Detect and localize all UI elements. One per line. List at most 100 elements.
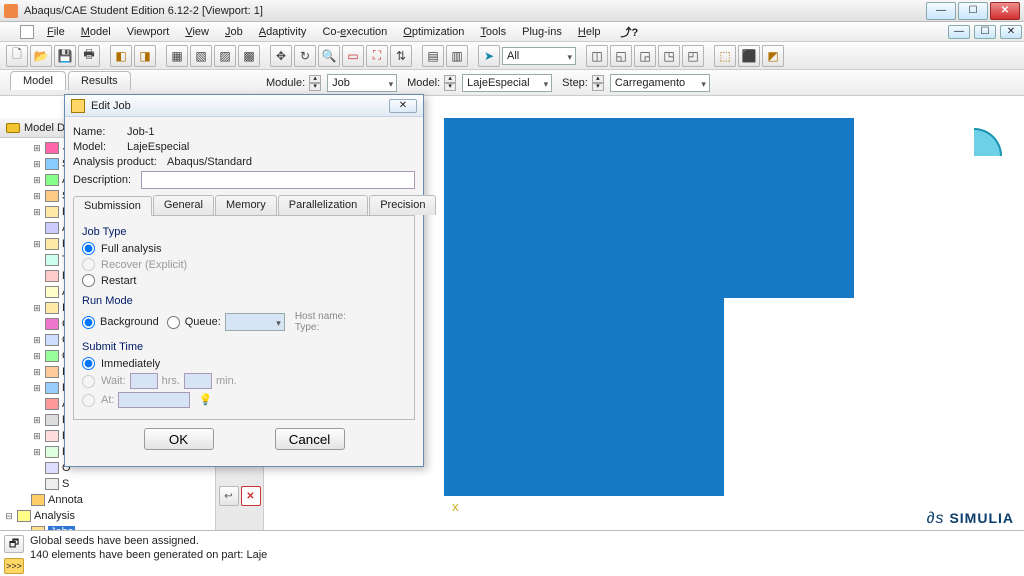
database-icon: [6, 123, 20, 133]
menu-coexecution[interactable]: Co-execution: [315, 24, 394, 40]
pan-button[interactable]: ✥: [270, 45, 292, 67]
main-tabs: Model Results: [4, 68, 133, 90]
save-button[interactable]: 💾: [54, 45, 76, 67]
description-label: Description:: [73, 174, 137, 186]
jobtype-group-label: Job Type: [82, 226, 406, 238]
tab-precision[interactable]: Precision: [369, 195, 436, 215]
tool-button-9[interactable]: ◲: [634, 45, 656, 67]
radio-recover: Recover (Explicit): [82, 258, 406, 271]
vtool-back[interactable]: ↩: [219, 486, 239, 506]
queue-select[interactable]: [225, 313, 285, 331]
tool-button-13[interactable]: ⬛: [738, 45, 760, 67]
tab-results[interactable]: Results: [68, 71, 131, 90]
window-close-button[interactable]: [990, 2, 1020, 20]
window-maximize-button[interactable]: [958, 2, 988, 20]
message-text: Global seeds have been assigned. 140 ele…: [30, 535, 267, 563]
vtool-cancel[interactable]: ✕: [241, 486, 261, 506]
rotate-button[interactable]: ↻: [294, 45, 316, 67]
mdi-restore-button[interactable]: [974, 25, 996, 39]
name-label: Name:: [73, 126, 123, 138]
wait-hrs-input: [130, 373, 158, 389]
menu-viewport[interactable]: Viewport: [120, 24, 177, 40]
dialog-titlebar[interactable]: Edit Job ✕: [65, 95, 423, 117]
window-titlebar: Abaqus/CAE Student Edition 6.12-2 [Viewp…: [0, 0, 1024, 22]
context-bar: Module: ▴▾ Job Model: ▴▾ LajeEspecial St…: [0, 70, 1024, 96]
tool-button-2[interactable]: ◨: [134, 45, 156, 67]
model-select[interactable]: LajeEspecial: [462, 74, 552, 92]
mdi-minimize-button[interactable]: [948, 25, 970, 39]
tab-memory[interactable]: Memory: [215, 195, 277, 215]
main-toolbar: 🗋 📂 💾 🖶 ◧ ◨ ▦ ▧ ▨ ▩ ✥ ↻ 🔍 ▭ ⛶ ⇅ ▤ ▥ ➤ Al…: [0, 42, 1024, 70]
menu-job[interactable]: Job: [218, 24, 250, 40]
radio-at: At: 💡: [82, 392, 406, 408]
view-button-2[interactable]: ▥: [446, 45, 468, 67]
arrow-button[interactable]: ➤: [478, 45, 500, 67]
radio-immediately[interactable]: Immediately: [82, 357, 406, 370]
tool-button-12[interactable]: ⬚: [714, 45, 736, 67]
tool-button-3[interactable]: ▦: [166, 45, 188, 67]
product-value: Abaqus/Standard: [167, 156, 252, 168]
tool-button-11[interactable]: ◰: [682, 45, 704, 67]
message-button[interactable]: 🗗: [4, 535, 24, 553]
dialog-title: Edit Job: [91, 100, 131, 112]
menu-tools[interactable]: Tools: [473, 24, 513, 40]
menu-view[interactable]: View: [178, 24, 216, 40]
tool-button-5[interactable]: ▨: [214, 45, 236, 67]
cancel-button[interactable]: Cancel: [275, 428, 345, 450]
dialog-icon: [71, 99, 85, 113]
tab-submission[interactable]: Submission: [73, 196, 152, 216]
radio-full-analysis[interactable]: Full analysis: [82, 242, 406, 255]
name-value: Job-1: [127, 126, 155, 138]
tool-button-6[interactable]: ▩: [238, 45, 260, 67]
menu-plugins[interactable]: Plug-ins: [515, 24, 569, 40]
app-icon: [4, 4, 18, 18]
tool-button-14[interactable]: ◩: [762, 45, 784, 67]
radio-background[interactable]: Background: [82, 316, 159, 329]
runmode-group-label: Run Mode: [82, 295, 406, 307]
tool-button-10[interactable]: ◳: [658, 45, 680, 67]
tab-parallelization[interactable]: Parallelization: [278, 195, 368, 215]
tool-button-8[interactable]: ◱: [610, 45, 632, 67]
print-button[interactable]: 🖶: [78, 45, 100, 67]
mdi-close-button[interactable]: ✕: [1000, 25, 1022, 39]
menu-help[interactable]: Help: [571, 24, 608, 40]
step-select[interactable]: Carregamento: [610, 74, 710, 92]
menu-model[interactable]: Model: [74, 24, 118, 40]
fit-button[interactable]: ⛶: [366, 45, 388, 67]
view-button-1[interactable]: ▤: [422, 45, 444, 67]
model-label: Model:: [407, 77, 440, 89]
zoom-window-button[interactable]: ▭: [342, 45, 364, 67]
simulia-logo: ∂s SIMULIA: [927, 510, 1014, 528]
cycle-view-button[interactable]: ⇅: [390, 45, 412, 67]
new-button[interactable]: 🗋: [6, 45, 28, 67]
menu-adaptivity[interactable]: Adaptivity: [252, 24, 314, 40]
zoom-button[interactable]: 🔍: [318, 45, 340, 67]
tool-button-7[interactable]: ◫: [586, 45, 608, 67]
cli-button[interactable]: >>>: [4, 558, 24, 574]
menu-optimization[interactable]: Optimization: [396, 24, 471, 40]
at-time-input: [118, 392, 190, 408]
module-label: Module:: [266, 77, 305, 89]
description-input[interactable]: [141, 171, 415, 189]
product-label: Analysis product:: [73, 156, 163, 168]
menu-file[interactable]: File: [40, 24, 72, 40]
tab-general[interactable]: General: [153, 195, 214, 215]
radio-queue[interactable]: Queue:: [167, 316, 221, 329]
ok-button[interactable]: OK: [144, 428, 214, 450]
dialog-close-button[interactable]: ✕: [389, 99, 417, 113]
tool-button-4[interactable]: ▧: [190, 45, 212, 67]
radio-restart[interactable]: Restart: [82, 274, 406, 287]
model-label: Model:: [73, 141, 123, 153]
context-help-button[interactable]: ⤴?: [614, 22, 646, 42]
tab-model[interactable]: Model: [10, 71, 66, 90]
menu-bar: File Model Viewport View Job Adaptivity …: [0, 22, 1024, 42]
message-area: 🗗 Global seeds have been assigned. 140 e…: [0, 530, 1024, 576]
window-minimize-button[interactable]: [926, 2, 956, 20]
selection-filter-select[interactable]: All: [502, 47, 576, 65]
axis-label-x: X: [452, 503, 459, 514]
open-button[interactable]: 📂: [30, 45, 52, 67]
module-select[interactable]: Job: [327, 74, 397, 92]
window-title: Abaqus/CAE Student Edition 6.12-2 [Viewp…: [24, 5, 924, 17]
tip-icon[interactable]: 💡: [198, 393, 212, 407]
tool-button-1[interactable]: ◧: [110, 45, 132, 67]
